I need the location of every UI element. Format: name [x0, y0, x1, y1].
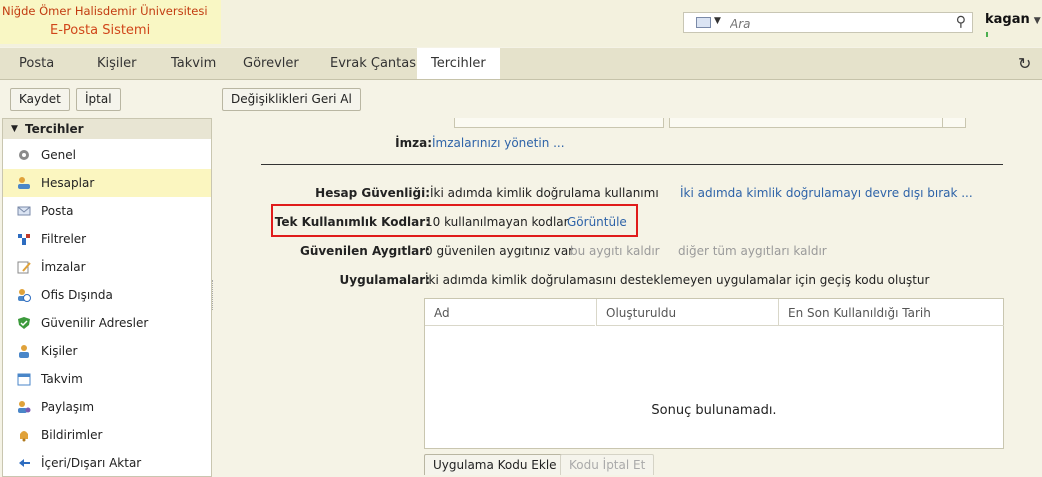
- tab-kisiler[interactable]: Kişiler: [97, 56, 136, 71]
- search-box: ▼ ⚲: [683, 12, 973, 33]
- sidebar-item-label: Ofis Dışında: [41, 288, 113, 302]
- app-name: E-Posta Sistemi: [50, 23, 151, 38]
- revert-changes-button[interactable]: Değişiklikleri Geri Al: [222, 88, 361, 111]
- section-divider: [261, 164, 1003, 165]
- sidebar-item-genel[interactable]: Genel: [3, 141, 211, 169]
- sidebar-item-label: Genel: [41, 148, 77, 162]
- tab-gorevler[interactable]: Görevler: [243, 56, 299, 71]
- column-label: En Son Kullanıldığı Tarih: [788, 306, 931, 320]
- sidebar-item-ofis-disinda[interactable]: Ofis Dışında: [3, 281, 211, 309]
- gear-icon: [19, 150, 29, 160]
- sidebar-item-paylasim[interactable]: Paylaşım: [3, 393, 211, 421]
- sidebar-item-label: Filtreler: [41, 232, 87, 246]
- mail-icon: [17, 206, 31, 216]
- trusted-devices-label: Güvenilen Aygıtlar:: [299, 244, 430, 258]
- sidebar-item-imzalar[interactable]: İmzalar: [3, 253, 211, 281]
- column-label: Ad: [434, 306, 450, 320]
- chevron-down-icon: ▼: [11, 124, 18, 134]
- applications-value: İki adımda kimlik doğrulamasını destekle…: [425, 273, 930, 287]
- app-tabs: Posta Kişiler Takvim Görevler Evrak Çant…: [0, 48, 1042, 80]
- sidebar-item-label: Posta: [41, 204, 74, 218]
- search-icon[interactable]: ⚲: [956, 14, 966, 30]
- tab-evrak-cantasi[interactable]: Evrak Çantası: [330, 56, 420, 71]
- sidebar-item-label: Kişiler: [41, 344, 78, 358]
- manage-signatures-link[interactable]: İmzalarınızı yönetin ...: [432, 136, 565, 150]
- sidebar-item-takvim[interactable]: Takvim: [3, 365, 211, 393]
- sidebar-item-filtreler[interactable]: Filtreler: [3, 225, 211, 253]
- sidebar-item-guvenilir-adresler[interactable]: Güvenilir Adresler: [3, 309, 211, 337]
- highlight-box: [271, 204, 638, 237]
- remove-all-devices-link[interactable]: diğer tüm aygıtları kaldır: [678, 244, 827, 258]
- username: kagan: [985, 12, 1030, 27]
- sidebar-item-iceri-disari-aktar[interactable]: İçeri/Dışarı Aktar: [3, 449, 211, 476]
- sidebar-item-label: Hesaplar: [41, 176, 95, 190]
- signature-label: İmza:: [395, 136, 432, 150]
- shield-icon: [18, 317, 30, 329]
- sidebar-item-label: Bildirimler: [41, 428, 103, 442]
- sharing-icon: [18, 401, 31, 413]
- account-security-value: İki adımda kimlik doğrulama kullanımı: [430, 186, 659, 200]
- org-name: Niğde Ömer Halisdemir Üniversitesi: [2, 4, 208, 18]
- toolbar: Kaydet İptal Değişiklikleri Geri Al: [0, 80, 1042, 116]
- sidebar-resize-handle[interactable]: [212, 280, 216, 310]
- chevron-down-icon[interactable]: ▼: [714, 16, 721, 26]
- tab-posta[interactable]: Posta: [19, 56, 54, 71]
- table-header-son-kullanim[interactable]: En Son Kullanıldığı Tarih: [778, 299, 1004, 326]
- column-label: Oluşturuldu: [606, 306, 677, 320]
- import-export-icon: [19, 459, 30, 467]
- app-codes-table: Ad Oluşturuldu En Son Kullanıldığı Tarih…: [424, 298, 1004, 449]
- sidebar-header[interactable]: ▼ Tercihler: [3, 119, 211, 139]
- tab-takvim[interactable]: Takvim: [171, 56, 216, 71]
- sidebar-item-label: İçeri/Dışarı Aktar: [41, 456, 142, 470]
- partial-input-field[interactable]: [669, 118, 943, 128]
- signature-icon: [17, 261, 31, 274]
- search-input[interactable]: [728, 14, 912, 33]
- mail-search-type-icon[interactable]: [696, 17, 711, 28]
- quota-bar: [986, 32, 988, 37]
- sidebar-item-kisiler[interactable]: Kişiler: [3, 337, 211, 365]
- preferences-sidebar: ▼ Tercihler Genel Hesaplar Posta Filtrel…: [2, 118, 212, 477]
- table-header-ad[interactable]: Ad: [425, 299, 595, 326]
- app-logo[interactable]: Niğde Ömer Halisdemir Üniversitesi E-Pos…: [0, 0, 221, 44]
- accounts-icon: [18, 177, 30, 189]
- sidebar-title: Tercihler: [25, 122, 84, 136]
- sidebar-item-hesaplar[interactable]: Hesaplar: [3, 169, 211, 197]
- table-header-olusturuldu[interactable]: Oluşturuldu: [596, 299, 778, 326]
- sidebar-item-label: Paylaşım: [41, 400, 95, 414]
- revoke-code-button[interactable]: Kodu İptal Et: [560, 454, 655, 475]
- account-security-label: Hesap Güvenliği:: [315, 186, 430, 200]
- refresh-icon[interactable]: ↻: [1018, 54, 1031, 73]
- trusted-devices-value: 0 güvenilen aygıtınız var: [425, 244, 574, 258]
- out-of-office-icon: [18, 289, 31, 302]
- empty-message: Sonuç bulunamadı.: [651, 403, 777, 418]
- sidebar-item-label: İmzalar: [41, 260, 86, 274]
- sidebar-item-label: Takvim: [41, 372, 83, 386]
- remove-this-device-link[interactable]: bu aygıtı kaldır: [570, 244, 660, 258]
- add-app-code-button[interactable]: Uygulama Kodu Ekle: [424, 454, 566, 475]
- cancel-button[interactable]: İptal: [76, 88, 121, 111]
- calendar-icon: [17, 373, 31, 386]
- partial-button[interactable]: [942, 118, 966, 128]
- person-icon: [19, 345, 29, 358]
- partial-input-field[interactable]: [454, 118, 664, 128]
- filter-icon: [18, 234, 30, 245]
- save-button[interactable]: Kaydet: [10, 88, 70, 111]
- tab-tercihler[interactable]: Tercihler: [417, 48, 500, 79]
- sidebar-item-posta[interactable]: Posta: [3, 197, 211, 225]
- sidebar-item-label: Güvenilir Adresler: [41, 316, 149, 330]
- user-menu[interactable]: kagan ▼: [985, 12, 1041, 27]
- applications-label: Uygulamalar:: [339, 273, 430, 287]
- chevron-down-icon: ▼: [1033, 16, 1041, 26]
- sidebar-item-bildirimler[interactable]: Bildirimler: [3, 421, 211, 449]
- disable-two-step-link[interactable]: İki adımda kimlik doğrulamayı devre dışı…: [680, 186, 973, 200]
- preferences-content: İmza: İmzalarınızı yönetin ... Hesap Güv…: [218, 118, 1042, 475]
- bell-icon: [20, 431, 28, 442]
